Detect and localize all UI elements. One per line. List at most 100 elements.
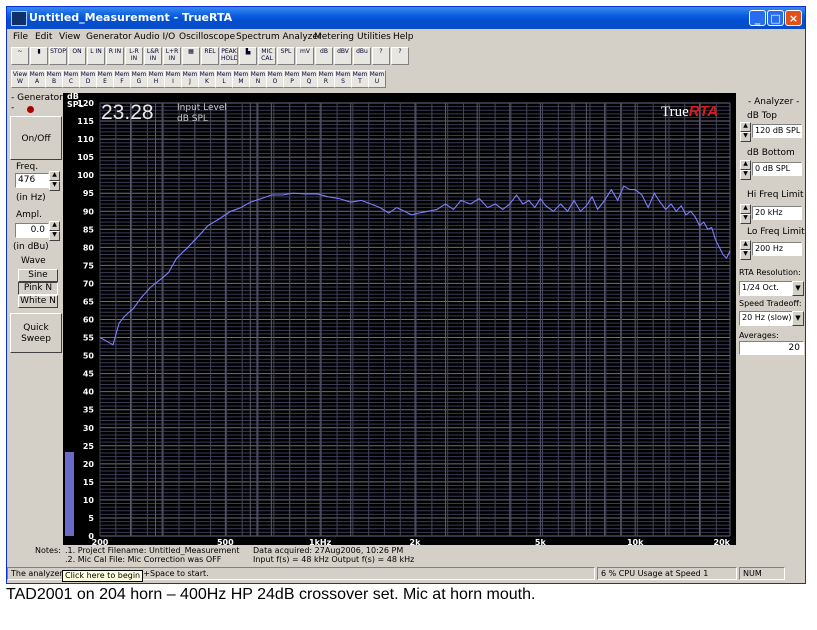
close-button[interactable]: ×: [785, 10, 802, 26]
memory-button-18[interactable]: Mem R: [317, 70, 335, 88]
memory-button-6[interactable]: Mem F: [113, 70, 131, 88]
speed-tradeoff-dropdown-icon[interactable]: ▼: [792, 311, 804, 326]
memory-button-8[interactable]: Mem H: [147, 70, 165, 88]
toolbar-button-12[interactable]: ▙: [239, 47, 257, 65]
memory-button-19[interactable]: Mem S: [334, 70, 352, 88]
hi-freq-input[interactable]: 20 kHz: [752, 206, 802, 220]
input-level-label: Input Level: [177, 103, 227, 113]
memory-button-13[interactable]: Mem M: [232, 70, 250, 88]
menu-spectrum-analyzer[interactable]: Spectrum Analyzer: [236, 32, 322, 42]
memory-button-16[interactable]: Mem P: [283, 70, 301, 88]
memory-button-1[interactable]: Mem A: [28, 70, 46, 88]
rta-resolution-dropdown-icon[interactable]: ▼: [792, 281, 804, 296]
memory-button-9[interactable]: Mem I: [164, 70, 182, 88]
spectrum-plot[interactable]: 120 115 110 105 100 95 90 85 80 75 70 65 60 55 50 45 40 3…: [63, 93, 736, 545]
toolbar-button-9[interactable]: ▦: [182, 47, 200, 65]
menu-oscilloscope[interactable]: Oscilloscope: [179, 32, 235, 42]
memory-button-10[interactable]: Mem J: [181, 70, 199, 88]
toolbar-button-20[interactable]: ?: [391, 47, 409, 65]
memory-button-17[interactable]: Mem Q: [300, 70, 318, 88]
menu-audio-io[interactable]: Audio I/O: [134, 32, 175, 42]
cpu-usage-status: 6 % CPU Usage at Speed 1: [597, 567, 737, 580]
memory-button-5[interactable]: Mem E: [96, 70, 114, 88]
menu-help[interactable]: Help: [393, 32, 414, 42]
y-tick-label: 85: [83, 225, 95, 234]
app-icon: [11, 11, 27, 26]
wave-white-button[interactable]: White N: [18, 295, 58, 308]
toolbar-button-0[interactable]: ~: [11, 47, 29, 65]
memory-button-14[interactable]: Mem N: [249, 70, 267, 88]
toolbar-button-17[interactable]: dBV: [334, 47, 352, 65]
toolbar-button-4[interactable]: L IN: [87, 47, 105, 65]
rta-resolution-select[interactable]: 1/24 Oct.: [739, 281, 793, 296]
freq-spinner[interactable]: ▲ ▼: [49, 171, 60, 191]
hi-freq-label: Hi Freq Limit: [747, 190, 804, 200]
maximize-button[interactable]: □: [767, 10, 784, 26]
generator-onoff-button[interactable]: On/Off: [10, 116, 62, 160]
memory-button-21[interactable]: Mem U: [368, 70, 386, 88]
title-bar[interactable]: Untitled_Measurement - TrueRTA _ □ ×: [7, 7, 805, 29]
menu-utilities[interactable]: Utilities: [357, 32, 391, 42]
toolbar-button-5[interactable]: R IN: [106, 47, 124, 65]
menu-metering[interactable]: Metering: [314, 32, 354, 42]
toolbar-button-15[interactable]: mV: [296, 47, 314, 65]
y-tick-label: 50: [83, 352, 95, 361]
memory-button-0[interactable]: View W: [11, 70, 29, 88]
toolbar-button-11[interactable]: PEAK HOLD: [220, 47, 238, 65]
freq-input[interactable]: 476: [15, 173, 49, 188]
toolbar-button-13[interactable]: MIC CAL: [258, 47, 276, 65]
toolbar-button-10[interactable]: REL: [201, 47, 219, 65]
db-bottom-spinner[interactable]: ▲ ▼: [740, 160, 751, 180]
status-left: The analyzer: [11, 569, 63, 578]
toolbar-button-16[interactable]: dB: [315, 47, 333, 65]
db-top-spinner[interactable]: ▲ ▼: [740, 122, 751, 142]
db-bottom-input[interactable]: 0 dB SPL: [752, 162, 802, 176]
db-top-input[interactable]: 120 dB SPL: [752, 124, 802, 138]
menu-file[interactable]: File: [13, 32, 28, 42]
lo-freq-spinner[interactable]: ▲ ▼: [740, 240, 751, 260]
toolbar-button-18[interactable]: dBu: [353, 47, 371, 65]
toolbar-button-3[interactable]: ON: [68, 47, 86, 65]
lo-freq-input[interactable]: 200 Hz: [752, 242, 802, 256]
ampl-input[interactable]: 0.0: [15, 223, 49, 238]
menu-view[interactable]: View: [59, 32, 80, 42]
notes-line1: .1. Project Filename: Untitled_Measureme…: [65, 546, 240, 555]
toolbar-button-8[interactable]: L+R IN: [163, 47, 181, 65]
y-tick-label: 25: [83, 442, 95, 451]
quick-sweep-button[interactable]: Quick Sweep: [10, 313, 62, 353]
hi-freq-spinner[interactable]: ▲ ▼: [740, 204, 751, 224]
memory-button-20[interactable]: Mem T: [351, 70, 369, 88]
memory-button-3[interactable]: Mem C: [62, 70, 80, 88]
wave-sine-button[interactable]: Sine: [18, 269, 58, 282]
minimize-button[interactable]: _: [749, 10, 766, 26]
menu-bar: File Edit View Generator Audio I/O Oscil…: [7, 29, 805, 46]
toolbar-button-6[interactable]: L-R IN: [125, 47, 143, 65]
y-tick-label: 10: [83, 496, 95, 505]
y-tick-label: 110: [77, 135, 94, 144]
speed-tradeoff-label: Speed Tradeoff:: [739, 299, 802, 308]
speed-tradeoff-select[interactable]: 20 Hz (slow): [739, 311, 793, 326]
resize-grip-icon[interactable]: [787, 567, 803, 580]
memory-button-2[interactable]: Mem B: [45, 70, 63, 88]
toolbar-button-19[interactable]: ?: [372, 47, 390, 65]
menu-edit[interactable]: Edit: [35, 32, 52, 42]
y-tick-label: 70: [83, 279, 95, 288]
averages-input[interactable]: 20: [739, 341, 804, 355]
toolbar-button-2[interactable]: STOP: [49, 47, 67, 65]
y-tick-label: 30: [83, 424, 95, 433]
memory-button-11[interactable]: Mem K: [198, 70, 216, 88]
toolbar-button-1[interactable]: ▮: [30, 47, 48, 65]
menu-generator[interactable]: Generator: [86, 32, 132, 42]
y-unit-spl: SPL: [67, 100, 84, 109]
memory-button-12[interactable]: Mem L: [215, 70, 233, 88]
toolbar-button-7[interactable]: L&R IN: [144, 47, 162, 65]
memory-button-7[interactable]: Mem G: [130, 70, 148, 88]
app-window: Untitled_Measurement - TrueRTA _ □ × Fil…: [6, 6, 806, 584]
ampl-spinner[interactable]: ▲ ▼: [49, 221, 60, 241]
memory-button-15[interactable]: Mem O: [266, 70, 284, 88]
input-level-bar: [65, 451, 74, 536]
logo-rta: RTA: [688, 103, 719, 120]
wave-pink-button[interactable]: Pink N: [18, 282, 58, 295]
memory-button-4[interactable]: Mem D: [79, 70, 97, 88]
toolbar-button-14[interactable]: SPL: [277, 47, 295, 65]
